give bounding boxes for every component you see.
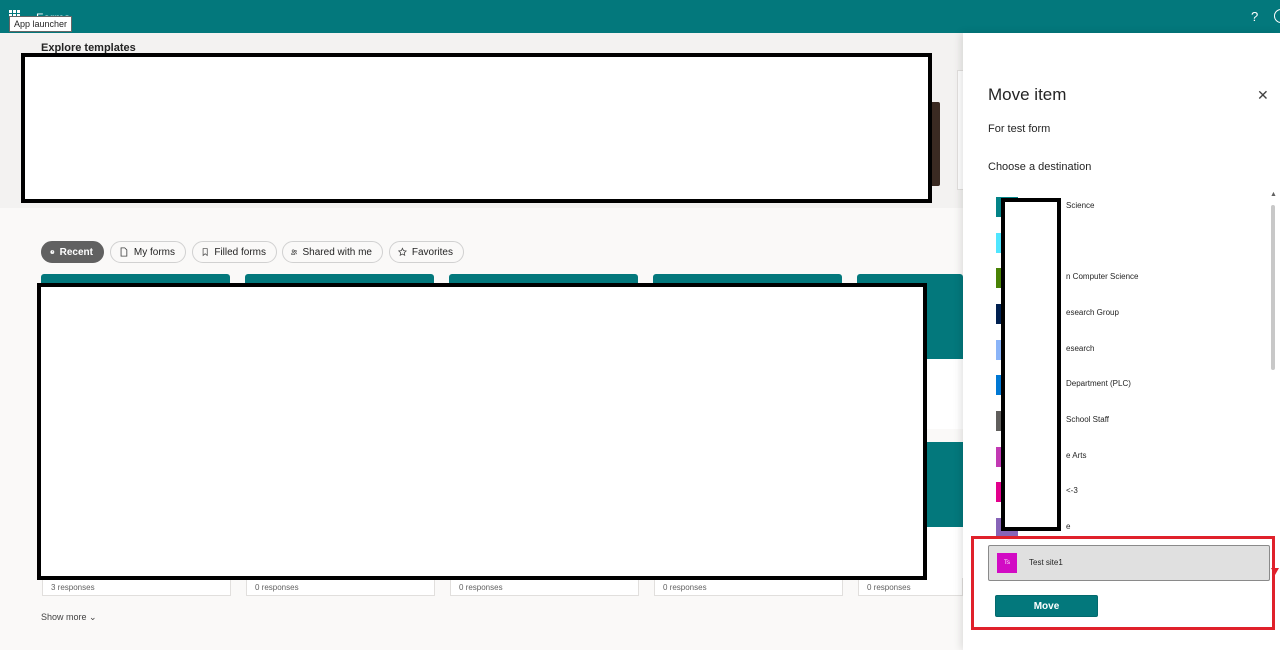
tab-label: Favorites	[411, 246, 453, 258]
form-card-thumbnail[interactable]	[925, 442, 963, 527]
star-icon	[398, 247, 407, 257]
annotation-arrow	[1271, 568, 1279, 575]
redacted-region	[37, 283, 927, 580]
destination-label: <-3	[1066, 486, 1078, 495]
panel-subtitle: For test form	[988, 123, 1051, 135]
tab-shared-with-me[interactable]: Shared with me	[282, 241, 383, 263]
tab-label: Filled forms	[214, 246, 266, 258]
response-count: 0 responses	[255, 583, 299, 592]
form-card-footer[interactable]: 3 responses	[42, 578, 231, 596]
bookmark-icon	[202, 248, 208, 257]
account-avatar[interactable]	[1274, 9, 1280, 23]
clock-icon	[50, 250, 55, 254]
scroll-up-icon[interactable]: ▲	[1270, 191, 1277, 198]
form-card-footer[interactable]: 0 responses	[246, 578, 435, 596]
destination-label: esearch Group	[1066, 308, 1119, 317]
redacted-region	[1001, 198, 1061, 531]
destination-label: e Arts	[1066, 451, 1087, 460]
panel-title: Move item	[988, 85, 1067, 104]
destination-label: Department (PLC)	[1066, 379, 1131, 388]
tab-label: Shared with me	[302, 246, 372, 258]
tab-my-forms[interactable]: My forms	[110, 241, 186, 263]
app-launcher-tooltip: App launcher	[9, 16, 73, 32]
response-count: 3 responses	[51, 583, 95, 592]
response-count: 0 responses	[867, 583, 911, 592]
destination-label: e	[1066, 522, 1071, 531]
tab-label: My forms	[133, 246, 175, 258]
help-icon[interactable]: ?	[1251, 9, 1258, 24]
destination-scrollbar[interactable]	[1271, 205, 1275, 370]
form-card-footer[interactable]: 0 responses	[450, 578, 639, 596]
destination-label: esearch	[1066, 344, 1095, 353]
people-icon	[291, 249, 298, 255]
tab-recent[interactable]: Recent	[41, 241, 104, 263]
response-count: 0 responses	[663, 583, 707, 592]
tab-label: Recent	[59, 246, 93, 258]
show-more-label: Show more	[41, 612, 87, 622]
redacted-region	[21, 53, 932, 203]
form-card-body[interactable]	[925, 527, 963, 578]
destination-label: Science	[1066, 201, 1095, 210]
show-more-link[interactable]: Show more ⌄	[41, 612, 97, 623]
form-card-footer[interactable]: 0 responses	[858, 578, 963, 596]
chevron-down-icon: ⌄	[89, 612, 97, 622]
form-card-body[interactable]	[925, 359, 963, 429]
response-count: 0 responses	[459, 583, 503, 592]
highlight-annotation	[971, 536, 1275, 630]
top-bar: Forms ?	[0, 0, 1280, 33]
tab-filled-forms[interactable]: Filled forms	[192, 241, 277, 263]
choose-destination-label: Choose a destination	[988, 161, 1092, 173]
tab-favorites[interactable]: Favorites	[389, 241, 464, 263]
close-icon[interactable]: ✕	[1257, 87, 1269, 104]
destination-label: School Staff	[1066, 415, 1109, 424]
document-icon	[120, 247, 128, 257]
form-card-footer[interactable]: 0 responses	[654, 578, 843, 596]
form-card-thumbnail[interactable]	[925, 282, 963, 359]
destination-label: n Computer Science	[1066, 272, 1139, 281]
